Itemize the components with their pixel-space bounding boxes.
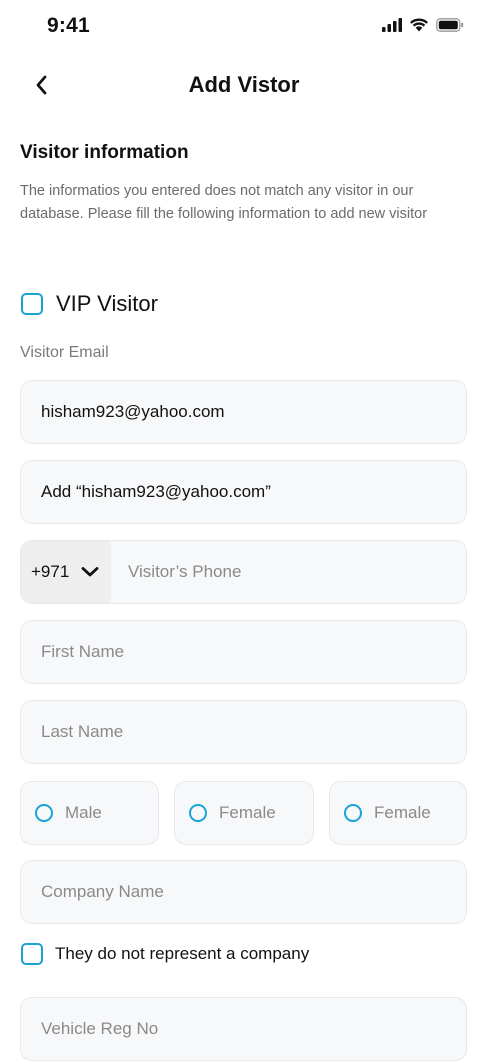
section-title: Visitor information <box>20 142 189 163</box>
chevron-down-icon <box>81 567 99 577</box>
vip-visitor-option[interactable]: VIP Visitor <box>21 291 158 317</box>
page-title: Add Vistor <box>188 72 300 97</box>
last-name-placeholder: Last Name <box>41 722 124 741</box>
company-name-placeholder: Company Name <box>41 882 164 901</box>
add-email-suggestion[interactable]: Add “hisham923@yahoo.com” <box>20 460 467 524</box>
gender-option-label: Female <box>374 803 431 822</box>
gender-option-label: Male <box>65 803 102 822</box>
gender-radio[interactable] <box>189 804 207 822</box>
battery-icon <box>436 18 464 32</box>
first-name-placeholder: First Name <box>41 642 125 661</box>
cellular-signal-icon <box>382 18 402 32</box>
vehicle-reg-placeholder: Vehicle Reg No <box>41 1019 159 1038</box>
nav-bar: Add Vistor <box>0 62 488 108</box>
status-time: 9:41 <box>47 14 90 37</box>
gender-option-female-2[interactable]: Female <box>329 781 467 845</box>
status-icons <box>382 18 464 32</box>
vip-visitor-label: VIP Visitor <box>56 291 158 316</box>
visitor-phone-field: +971 Visitor’s Phone <box>20 540 467 604</box>
first-name-input[interactable]: First Name <box>20 620 467 684</box>
no-company-option[interactable]: They do not represent a company <box>21 943 309 965</box>
add-email-suggestion-label: Add “hisham923@yahoo.com” <box>41 482 271 501</box>
visitor-email-input[interactable]: hisham923@yahoo.com <box>20 380 467 444</box>
section-description: The informatios you entered does not mat… <box>20 183 428 222</box>
wifi-icon <box>410 18 428 32</box>
company-name-input[interactable]: Company Name <box>20 860 467 924</box>
gender-option-male[interactable]: Male <box>20 781 159 845</box>
gender-radio[interactable] <box>344 804 362 822</box>
visitor-email-label: Visitor Email <box>20 344 109 361</box>
vip-checkbox[interactable] <box>21 293 43 315</box>
country-code-value: +971 <box>31 562 70 581</box>
vehicle-reg-input[interactable]: Vehicle Reg No <box>20 997 467 1061</box>
visitor-phone-input[interactable]: Visitor’s Phone <box>128 562 241 582</box>
status-bar: 9:41 <box>0 0 488 54</box>
gender-option-female[interactable]: Female <box>174 781 314 845</box>
gender-radio[interactable] <box>35 804 53 822</box>
no-company-label: They do not represent a company <box>55 944 310 963</box>
no-company-checkbox[interactable] <box>21 943 43 965</box>
country-code-select[interactable]: +971 <box>21 541 111 603</box>
last-name-input[interactable]: Last Name <box>20 700 467 764</box>
visitor-email-value: hisham923@yahoo.com <box>41 402 225 421</box>
gender-option-label: Female <box>219 803 276 822</box>
